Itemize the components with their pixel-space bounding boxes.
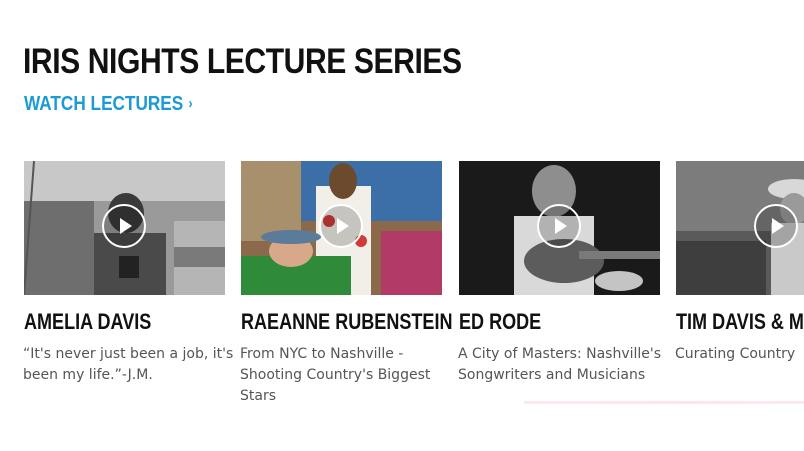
lecture-thumbnail[interactable] bbox=[459, 161, 660, 295]
lecture-title[interactable]: AMELIA DAVIS bbox=[24, 309, 151, 335]
play-button[interactable] bbox=[537, 204, 581, 248]
lecture-description: “It's never just been a job, it's been m… bbox=[23, 346, 234, 383]
lecture-title[interactable]: ED RODE bbox=[459, 309, 541, 335]
lecture-card[interactable]: RAEANNE RUBENSTEIN From NYC to Nashville… bbox=[240, 161, 452, 404]
play-button[interactable] bbox=[102, 204, 146, 248]
lecture-description: A City of Masters: Nashville's Songwrite… bbox=[458, 346, 662, 383]
lecture-thumbnail[interactable] bbox=[676, 161, 804, 295]
lecture-card[interactable]: TIM DAVIS & MIC Curating Country bbox=[675, 161, 804, 362]
lecture-thumbnail[interactable] bbox=[24, 161, 225, 295]
lecture-thumbnail[interactable] bbox=[241, 161, 442, 295]
lecture-description: Curating Country bbox=[675, 346, 796, 362]
lecture-card[interactable]: AMELIA DAVIS “It's never just been a job… bbox=[23, 161, 233, 383]
overlay-mask bbox=[460, 404, 804, 451]
play-button[interactable] bbox=[319, 204, 363, 248]
lecture-description: From NYC to Nashville - Shooting Country… bbox=[240, 346, 431, 404]
lecture-carousel: AMELIA DAVIS “It's never just been a job… bbox=[0, 0, 804, 451]
lecture-title[interactable]: RAEANNE RUBENSTEIN bbox=[241, 309, 452, 335]
lecture-title[interactable]: TIM DAVIS & MIC bbox=[676, 309, 804, 335]
play-button[interactable] bbox=[754, 204, 798, 248]
lecture-card[interactable]: ED RODE A City of Masters: Nashville's S… bbox=[458, 161, 661, 383]
